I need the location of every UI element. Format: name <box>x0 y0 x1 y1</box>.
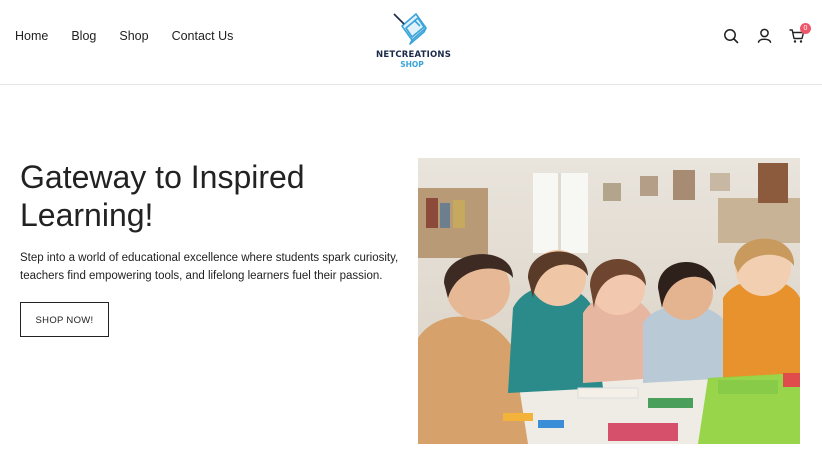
nav-contact-us[interactable]: Contact Us <box>172 29 234 43</box>
main-nav: Home Blog Shop Contact Us <box>15 29 256 43</box>
shop-now-button[interactable]: SHOP NOW! <box>20 302 109 337</box>
logo-text-primary: NETCREATIONS <box>376 50 452 60</box>
search-icon[interactable] <box>723 28 739 44</box>
hero-description: Step into a world of educational excelle… <box>20 252 399 282</box>
nav-home[interactable]: Home <box>15 29 48 43</box>
hero-image <box>418 158 800 444</box>
site-header: Home Blog Shop Contact Us NETCREATIONS S… <box>0 0 822 85</box>
nav-blog[interactable]: Blog <box>71 29 96 43</box>
hero-title: Gateway to Inspired Learning! <box>20 159 305 233</box>
nav-shop[interactable]: Shop <box>119 29 148 43</box>
site-logo[interactable]: NETCREATIONS SHOP <box>376 8 452 69</box>
book-logo-icon <box>393 13 427 45</box>
cart-count-badge: 0 <box>800 23 811 34</box>
user-icon[interactable] <box>757 28 772 43</box>
logo-text-secondary: SHOP <box>400 60 424 69</box>
